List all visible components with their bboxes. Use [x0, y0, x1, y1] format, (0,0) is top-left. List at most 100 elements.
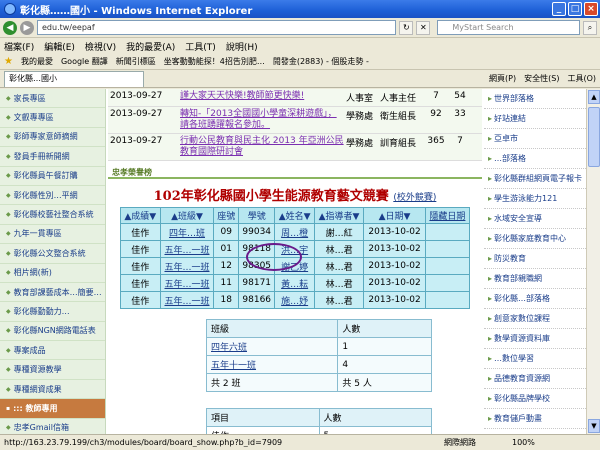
menu-tools[interactable]: 工具(T) — [185, 40, 216, 53]
zoom-level[interactable]: 100% — [512, 438, 535, 447]
summary-class-link[interactable]: 四年六班 — [211, 343, 247, 353]
left-nav-item[interactable]: 專種資源教學 — [0, 360, 105, 380]
news-title-link[interactable]: 謹大家天天快樂!教師節更快樂! — [178, 89, 346, 106]
class-cell: 五年…一班 — [159, 274, 215, 292]
left-nav-item[interactable]: 彰化縣員午餐訂購 — [0, 167, 105, 186]
class-link[interactable]: 五年…一班 — [164, 280, 209, 290]
right-nav-item[interactable]: 亞卓市 — [484, 129, 586, 149]
refresh-icon[interactable]: ↻ — [399, 20, 414, 35]
highlight-ellipse — [246, 243, 302, 271]
hide-date-link-text[interactable]: 隱藏日期 — [429, 212, 465, 222]
cmd-safety[interactable]: 安全性(S) — [524, 73, 559, 84]
student-name-link[interactable]: 施…妤 — [281, 297, 308, 307]
right-nav-item[interactable]: 水域安全宣導 — [484, 209, 586, 229]
right-nav-item[interactable]: …部落格 — [484, 149, 586, 169]
right-nav-item[interactable]: 世界部落格 — [484, 89, 586, 109]
right-nav-item[interactable]: 好站連結 — [484, 109, 586, 129]
search-icon[interactable]: ⌕ — [583, 20, 597, 35]
right-nav-item[interactable]: 彰化縣家庭教育中心 — [484, 229, 586, 249]
left-nav-item[interactable]: 彰化縣NGN網路電話表 — [0, 322, 105, 342]
left-nav-item[interactable]: 彰化縣公文整合系統 — [0, 244, 105, 264]
right-nav-item[interactable]: 教育部親職網 — [484, 269, 586, 289]
right-nav-item[interactable]: …數位學習 — [484, 349, 586, 369]
sort-grade-header[interactable]: ▲成績▼ — [120, 207, 161, 224]
contest-type-link[interactable]: (校外競賽) — [393, 193, 436, 203]
left-nav-item[interactable]: 彰化縣校藝社整合系統 — [0, 205, 105, 225]
contest-title: 102年彰化縣國小學生能源教育藝文競賽 — [153, 189, 389, 204]
close-icon[interactable]: × — [584, 2, 598, 16]
class-link[interactable]: 五年…一班 — [164, 263, 209, 273]
address-bar[interactable]: edu.tw/eepaf — [37, 20, 397, 35]
favorites-button[interactable]: 我的最愛 — [21, 56, 53, 67]
left-nav-item[interactable]: 家長專區 — [0, 89, 105, 109]
right-nav-item[interactable]: 數學資源資料庫 — [484, 329, 586, 349]
menu-edit[interactable]: 編輯(E) — [44, 40, 75, 53]
right-nav-item[interactable]: 彰化縣品牌學校 — [484, 389, 586, 409]
summary-count-cell: 4 — [337, 355, 432, 374]
favorite-link-4[interactable]: 閱發金(2883) - 個股走勢 - — [273, 56, 369, 67]
right-nav-item[interactable]: 創意家數位課程 — [484, 309, 586, 329]
student-name-link[interactable]: 黃…耘 — [281, 280, 308, 290]
menu-favorites[interactable]: 我的最愛(A) — [126, 40, 175, 53]
summary-class-link[interactable]: 五年十一班 — [211, 361, 256, 371]
scrollbar-thumb[interactable] — [588, 107, 600, 167]
left-nav-item[interactable]: 相片網(新) — [0, 264, 105, 283]
hide-date-link[interactable]: 隱藏日期 — [424, 207, 471, 224]
menu-help[interactable]: 說明(H) — [226, 40, 258, 53]
maximize-icon[interactable]: □ — [568, 2, 582, 16]
class-link[interactable]: 五年…一班 — [164, 246, 209, 256]
right-nav-item[interactable]: 彰化縣…部落格 — [484, 289, 586, 309]
class-link[interactable]: 五年…一班 — [164, 297, 209, 307]
menu-view[interactable]: 檢視(V) — [85, 40, 116, 53]
left-nav-item[interactable]: 彰師專家意師摘網 — [0, 128, 105, 148]
vertical-scrollbar[interactable]: ▲ ▼ — [586, 89, 600, 434]
left-nav-item[interactable]: 專案成品 — [0, 341, 105, 361]
right-nav-item[interactable]: 學生游泳能力121 — [484, 189, 586, 209]
grade-cell: 佳作 — [120, 257, 161, 275]
student-id-cell: 98166 — [238, 291, 276, 309]
menu-file[interactable]: 檔案(F) — [4, 40, 34, 53]
left-nav-item[interactable]: 忠孝Gmail信箱 — [0, 419, 105, 434]
table-row: 佳作 五年…一班 11 98171 黃…耘 林…君 2013-10-02 — [120, 274, 471, 292]
teacher-cell: 林…君 — [313, 240, 365, 258]
sort-date-header[interactable]: ▲日期▼ — [363, 207, 426, 224]
summary2-item-header: 項目 — [206, 408, 320, 427]
right-nav-item[interactable]: 品德教育資源網 — [484, 369, 586, 389]
forward-arrow-icon[interactable]: ▶ — [20, 20, 34, 35]
left-nav-item[interactable]: 彰化縣勤勤力… — [0, 302, 105, 322]
sort-teacher-header[interactable]: ▲指導者▼ — [313, 207, 365, 224]
cmd-page[interactable]: 網頁(P) — [489, 73, 516, 84]
date-cell: 2013-10-02 — [363, 223, 426, 241]
favorite-link-2[interactable]: 新聞引標區 — [116, 56, 156, 67]
right-nav-item[interactable]: 教育儲戶動畫 — [484, 409, 586, 429]
left-nav-item[interactable]: 文叡專專區 — [0, 108, 105, 128]
scroll-up-icon[interactable]: ▲ — [588, 90, 600, 104]
table-row: 五年十一班 4 — [205, 355, 432, 374]
cmd-tools[interactable]: 工具(O) — [567, 73, 596, 84]
news-title-link[interactable]: 行動公民教育與民主化 2013 年亞洲公民教育國際研討會 — [178, 134, 346, 160]
browser-tab[interactable]: 彰化縣…國小 — [4, 70, 144, 87]
status-bar: http://163.23.79.199/ch3/modules/board/b… — [0, 434, 600, 450]
scroll-down-icon[interactable]: ▼ — [588, 419, 600, 433]
stop-icon[interactable]: ✕ — [416, 20, 431, 35]
left-nav-item[interactable]: 彰化縣性別…平網 — [0, 186, 105, 206]
search-input[interactable]: MyStart Search — [437, 20, 580, 35]
right-nav-item[interactable]: 彰化縣群組網頁電子報卡 — [484, 169, 586, 189]
sort-name-header[interactable]: ▲姓名▼ — [274, 207, 315, 224]
news-title-link[interactable]: 轉知-「2013全國國小學童深耕遊戲」，請各班踴躍報名參加。 — [178, 107, 346, 133]
favorite-link-1[interactable]: Google 翻譯 — [61, 56, 108, 67]
minimize-icon[interactable]: _ — [552, 2, 566, 16]
back-arrow-icon[interactable]: ◀ — [3, 20, 17, 35]
favorites-star-icon[interactable]: ★ — [4, 56, 13, 67]
left-nav-item[interactable]: 教育部課藝成本…簡要… — [0, 283, 105, 303]
student-name-link[interactable]: 周…橙 — [281, 229, 308, 239]
student-id-cell: 98171 — [238, 274, 276, 292]
summary2-count-header: 人數 — [318, 408, 432, 427]
left-nav-item[interactable]: 專種網資成果 — [0, 380, 105, 400]
left-nav-item[interactable]: 發員手冊新開網 — [0, 147, 105, 167]
left-nav-item[interactable]: 九年一貫專區 — [0, 225, 105, 245]
sort-class-header[interactable]: ▲班級▼ — [159, 207, 215, 224]
right-nav-item[interactable]: 防災教育 — [484, 249, 586, 269]
favorite-link-3[interactable]: 坐客動動能探！4招告別肥… — [164, 56, 265, 67]
class-link[interactable]: 四年…班 — [169, 229, 205, 239]
